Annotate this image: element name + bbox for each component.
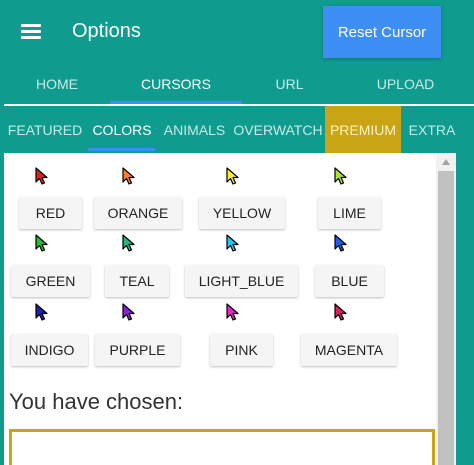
chosen-heading: You have chosen: — [9, 389, 184, 414]
color-button-red[interactable]: RED — [19, 197, 82, 229]
app-bar: Options Reset Cursor — [4, 0, 474, 63]
tab-animals[interactable]: ANIMALS — [158, 106, 231, 153]
category-tab-bar: FEATURED COLORS ANIMALS OVERWATCH PREMIU… — [4, 106, 474, 153]
reset-cursor-button[interactable]: Reset Cursor — [323, 6, 441, 58]
indigo-cursor-icon — [35, 303, 48, 321]
window-frame-right — [456, 153, 474, 465]
teal-cursor-icon — [122, 234, 135, 252]
color-button-orange[interactable]: ORANGE — [94, 197, 182, 229]
lime-cursor-icon — [334, 167, 347, 185]
color-button-indigo[interactable]: INDIGO — [11, 334, 88, 366]
tab-featured[interactable]: FEATURED — [4, 106, 86, 153]
tab-upload[interactable]: UPLOAD — [337, 63, 474, 104]
green-cursor-icon — [35, 234, 48, 252]
tab-cursors[interactable]: CURSORS — [110, 63, 242, 104]
color-button-blue[interactable]: BLUE — [315, 265, 384, 297]
color-button-pink[interactable]: PINK — [210, 334, 273, 366]
active-category-indicator — [88, 148, 155, 151]
page-title: Options — [72, 20, 141, 42]
color-button-lime[interactable]: LIME — [318, 197, 381, 229]
magenta-cursor-icon — [334, 303, 347, 321]
tab-premium[interactable]: PREMIUM — [325, 106, 401, 153]
purple-cursor-icon — [122, 303, 135, 321]
tab-home[interactable]: HOME — [4, 63, 110, 104]
main-tab-bar: HOME CURSORS URL UPLOAD — [4, 63, 474, 104]
chosen-cursor-preview — [9, 429, 435, 465]
red-cursor-icon — [35, 167, 48, 185]
scroll-up-arrow-icon[interactable] — [442, 159, 450, 165]
yellow-cursor-icon — [226, 167, 239, 185]
tab-overwatch[interactable]: OVERWATCH — [231, 106, 325, 153]
color-button-purple[interactable]: PURPLE — [95, 334, 180, 366]
color-button-teal[interactable]: TEAL — [105, 265, 169, 297]
color-button-magenta[interactable]: MAGENTA — [301, 334, 397, 366]
active-tab-indicator — [110, 101, 242, 104]
pink-cursor-icon — [226, 303, 239, 321]
tab-extra[interactable]: EXTRA — [401, 106, 463, 153]
tab-url[interactable]: URL — [242, 63, 337, 104]
color-button-light-blue[interactable]: LIGHT_BLUE — [185, 265, 298, 297]
vertical-scrollbar[interactable] — [436, 153, 456, 465]
color-button-green[interactable]: GREEN — [11, 265, 90, 297]
blue-cursor-icon — [334, 234, 347, 252]
orange-cursor-icon — [122, 167, 135, 185]
tab-colors[interactable]: COLORS — [86, 106, 158, 153]
light-blue-cursor-icon — [226, 234, 239, 252]
color-button-yellow[interactable]: YELLOW — [199, 197, 285, 229]
scrollbar-thumb[interactable] — [438, 171, 454, 465]
hamburger-menu-icon[interactable] — [21, 24, 41, 40]
